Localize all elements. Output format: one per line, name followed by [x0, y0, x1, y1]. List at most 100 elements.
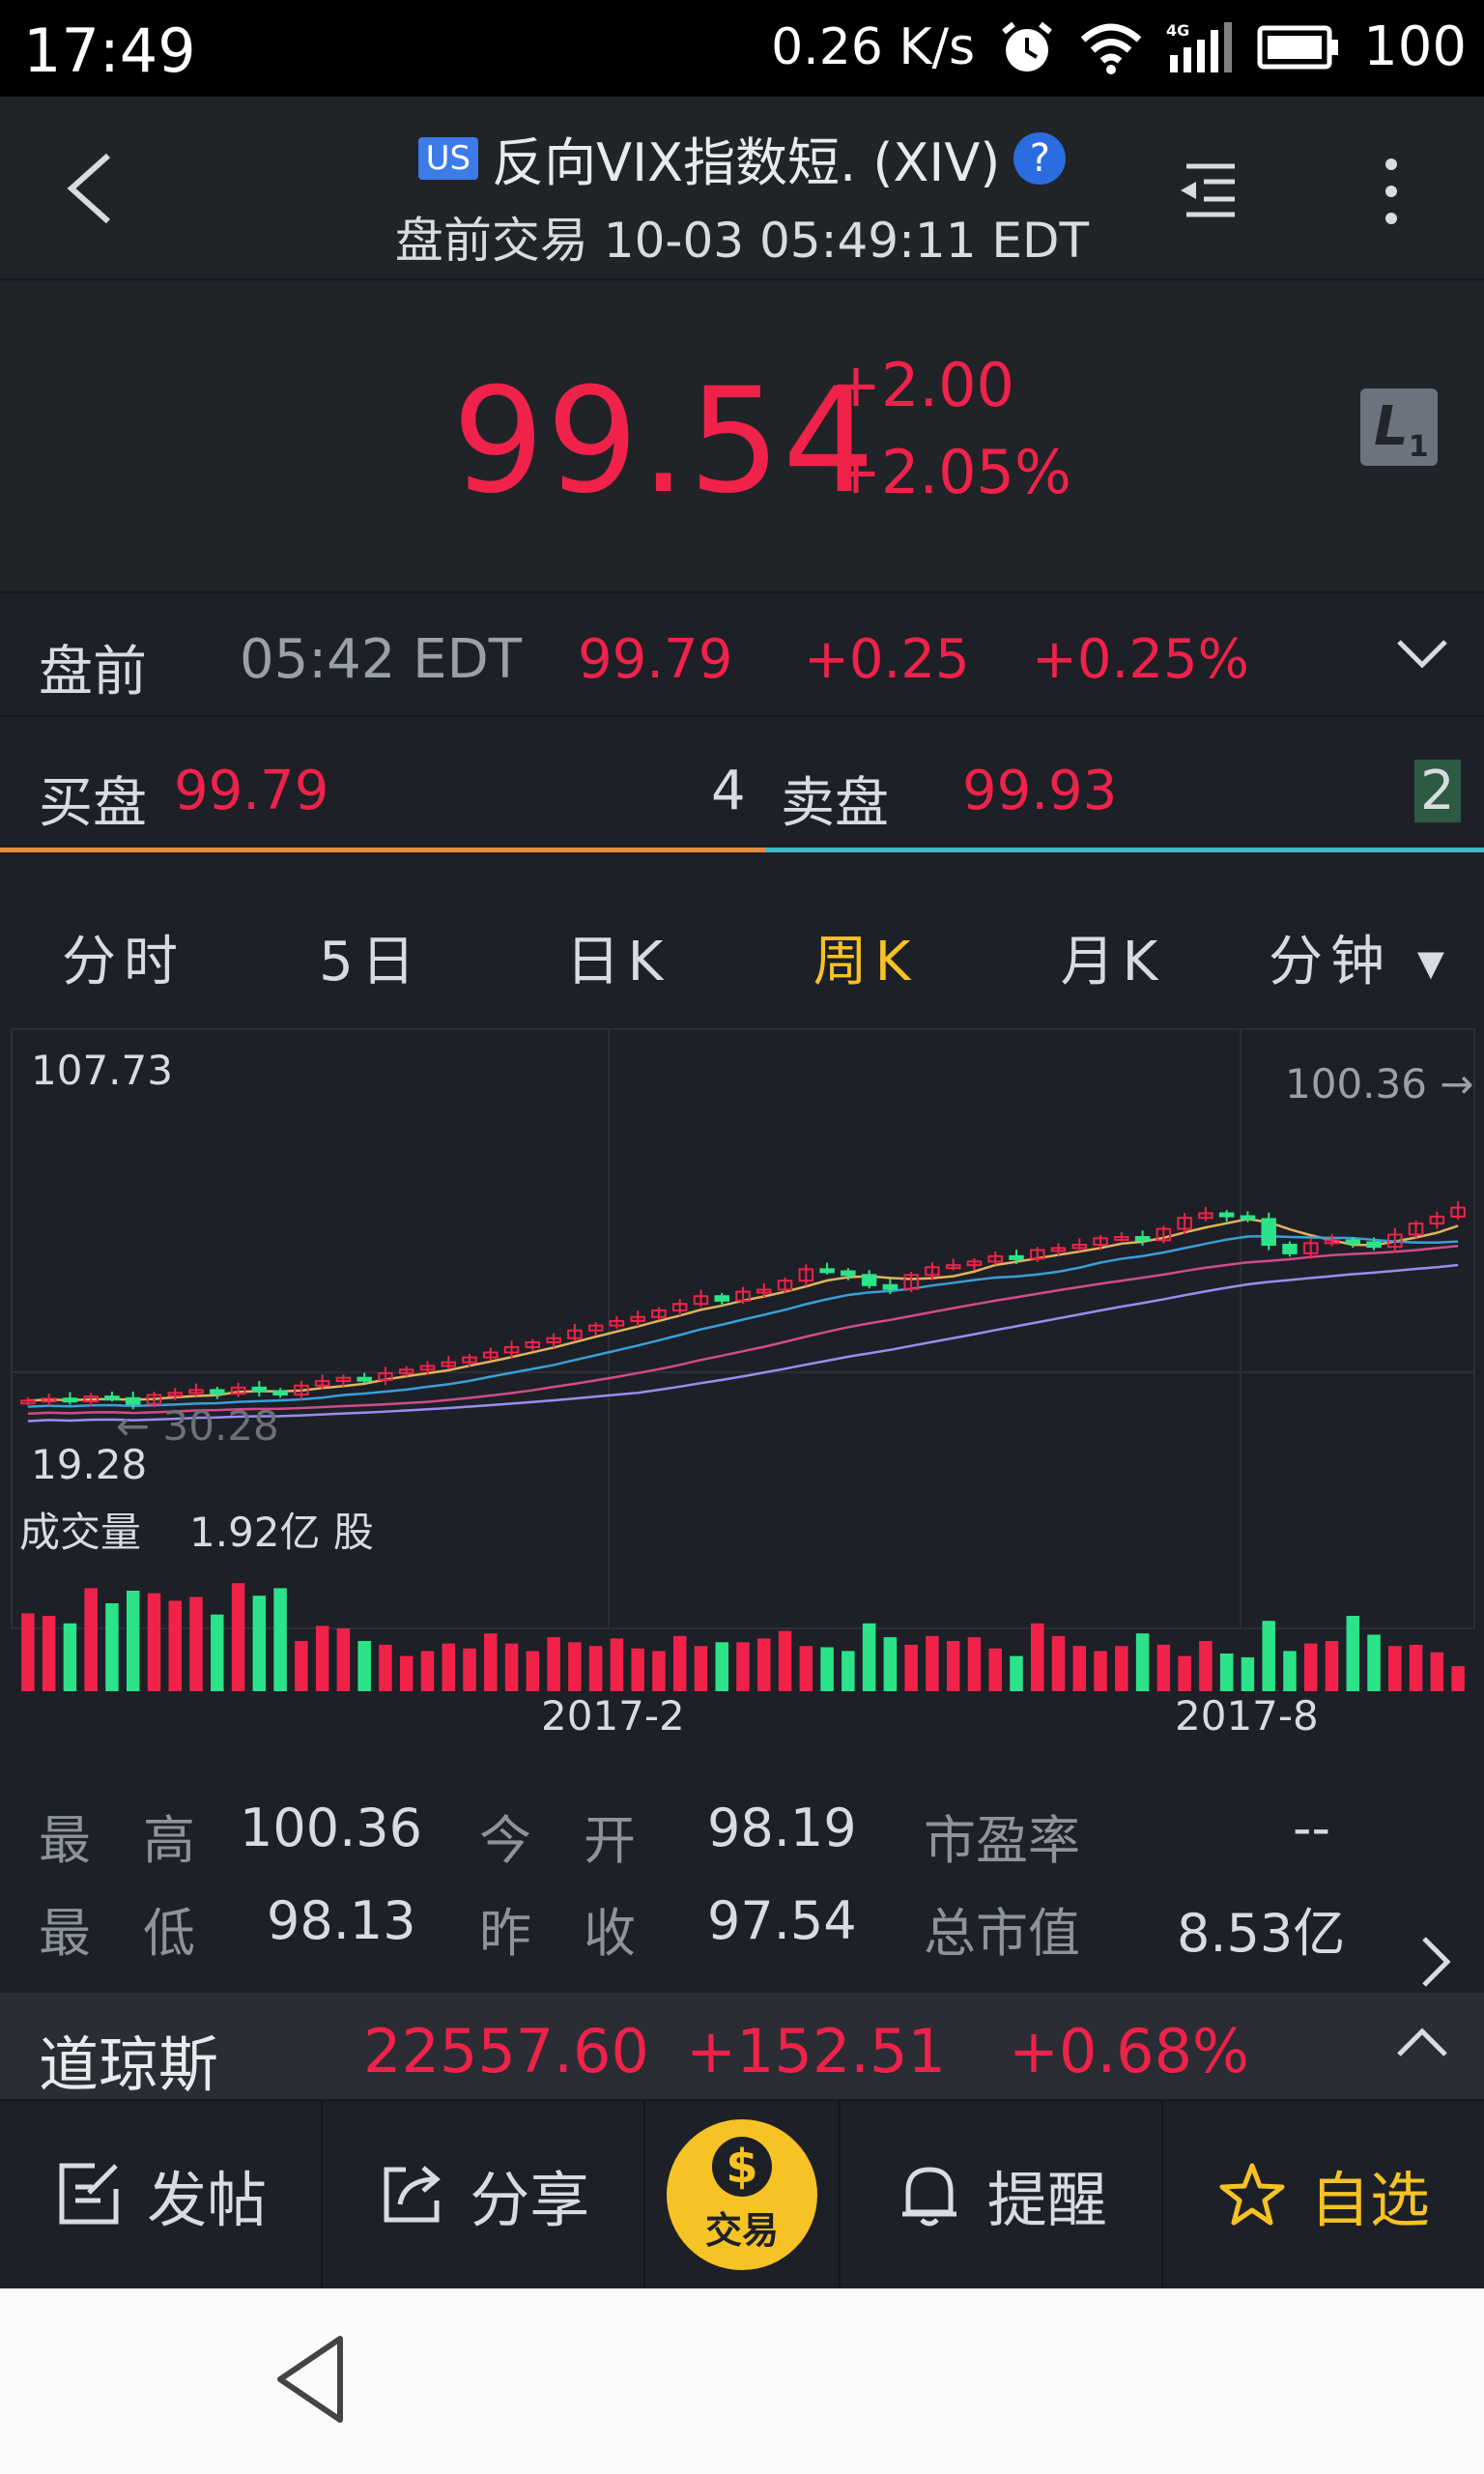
- volume-bar: [1283, 1651, 1297, 1691]
- tab-daily-k[interactable]: 日K: [495, 918, 742, 996]
- volume-bar: [399, 1655, 414, 1691]
- volume-bar: [1178, 1655, 1191, 1691]
- volume-bar: [547, 1637, 560, 1691]
- trade-label: 交易: [704, 2208, 779, 2252]
- candle: [1240, 1215, 1256, 1221]
- stat-low-label: 最 低: [39, 1903, 195, 1964]
- help-icon[interactable]: ?: [1013, 131, 1067, 185]
- post-button[interactable]: 发帖: [0, 2101, 324, 2288]
- volume-bar: [967, 1637, 982, 1691]
- volume-label: 成交量: [19, 1509, 141, 1556]
- tab-intraday[interactable]: 分时: [0, 918, 247, 996]
- stat-prev-close-label: 昨 收: [479, 1903, 636, 1964]
- volume-bar: [442, 1643, 455, 1691]
- trading-session: 盘前交易 10-03 05:49:11 EDT: [394, 213, 1090, 269]
- star-icon: [1219, 2163, 1285, 2226]
- title-block: US 反向VIX指数短. (XIV) ? 盘前交易 10-03 05:49:11…: [0, 120, 1484, 272]
- stat-open-value: 98.19: [707, 1798, 857, 1858]
- volume-bar: [694, 1646, 708, 1691]
- chevron-down-icon[interactable]: [1395, 636, 1449, 671]
- chevron-up-icon[interactable]: [1395, 2026, 1449, 2060]
- bottom-toolbar: 发帖 分享 $ 交易 提醒 自选: [0, 2099, 1484, 2288]
- candle: [1345, 1239, 1361, 1245]
- stat-market-cap-value: 8.53亿: [1177, 1903, 1346, 1964]
- volume-bar: [526, 1651, 540, 1691]
- volume-bar: [568, 1642, 582, 1691]
- volume-bar: [211, 1614, 224, 1691]
- tab-weekly-k[interactable]: 周K: [742, 918, 989, 996]
- volume-bar: [189, 1597, 203, 1691]
- volume-bar: [252, 1596, 267, 1691]
- stat-pe-label: 市盈率: [924, 1810, 1080, 1871]
- volume-bar: [1199, 1641, 1213, 1691]
- ask-price: 99.93: [962, 760, 1118, 822]
- chevron-right-icon[interactable]: [1416, 1933, 1455, 1991]
- volume-bar: [883, 1637, 898, 1691]
- low-marker: ← 30.28: [116, 1402, 279, 1450]
- candle: [272, 1390, 288, 1396]
- tab-minute[interactable]: 分钟 ▾: [1237, 918, 1484, 996]
- trade-circle[interactable]: $ 交易: [666, 2119, 817, 2270]
- market-badge: US: [417, 136, 479, 180]
- volume-bar: [672, 1635, 687, 1691]
- ask-volume-bar: [765, 848, 1484, 852]
- premarket-change-pct: +0.25%: [1032, 628, 1249, 691]
- kline-chart[interactable]: 107.73 19.28 100.36 → ← 30.28 成交量 1.92亿 …: [0, 1024, 1484, 1759]
- volume-bar: [1094, 1651, 1107, 1691]
- nav-back-icon[interactable]: [272, 2333, 350, 2426]
- volume-bar: [1156, 1644, 1171, 1691]
- volume-bar: [504, 1643, 519, 1691]
- stat-market-cap-label: 总市值: [924, 1903, 1080, 1964]
- ask-label: 卖盘: [781, 772, 889, 835]
- candle: [357, 1376, 372, 1382]
- level1-label: L: [1374, 395, 1409, 458]
- system-nav-bar: [0, 2288, 1484, 2474]
- volume-bar: [84, 1588, 98, 1691]
- trade-button[interactable]: $ 交易: [645, 2101, 841, 2288]
- volume-bar: [1451, 1666, 1465, 1691]
- volume-bar: [463, 1648, 476, 1691]
- stock-title: 反向VIX指数短. (XIV): [492, 132, 1001, 193]
- alert-button[interactable]: 提醒: [841, 2101, 1163, 2288]
- volume-bar: [757, 1638, 771, 1691]
- volume-value: 1.92亿 股: [189, 1509, 374, 1556]
- volume-bar: [357, 1641, 371, 1691]
- candle: [841, 1270, 856, 1277]
- network-speed: 0.26 K/s: [771, 17, 976, 76]
- stats-grid[interactable]: 最 高 100.36 今 开 98.19 市盈率 -- 最 低 98.13 昨 …: [0, 1769, 1484, 1991]
- watchlist-button[interactable]: 自选: [1163, 2101, 1484, 2288]
- volume-bar: [820, 1647, 834, 1691]
- volume-bar: [379, 1644, 392, 1691]
- share-button[interactable]: 分享: [323, 2101, 646, 2288]
- share-label: 分享: [470, 2165, 590, 2235]
- tab-5day[interactable]: 5日: [247, 918, 495, 996]
- bid-price: 99.79: [174, 760, 329, 822]
- index-ticker[interactable]: 道琼斯 22557.60 +152.51 +0.68%: [0, 1993, 1484, 2100]
- candle: [1134, 1236, 1151, 1242]
- watchlist-label: 自选: [1309, 2165, 1430, 2235]
- volume-bar: [105, 1603, 119, 1691]
- volume-bar: [231, 1583, 245, 1691]
- last-price: 99.54: [452, 358, 877, 526]
- volume-bar: [778, 1630, 792, 1691]
- tab-monthly-k[interactable]: 月K: [989, 918, 1237, 996]
- volume-bar: [1325, 1641, 1339, 1691]
- volume-bar: [1388, 1646, 1402, 1691]
- bid-size: 4: [711, 760, 746, 822]
- candle: [861, 1274, 877, 1286]
- candle: [1009, 1254, 1024, 1260]
- level1-button[interactable]: L1: [1360, 388, 1438, 466]
- volume-bar: [1031, 1623, 1044, 1691]
- ask-size: 2: [1414, 760, 1461, 822]
- share-icon: [384, 2166, 442, 2223]
- list-menu-icon[interactable]: [1167, 153, 1244, 230]
- edit-icon: [59, 2163, 119, 2225]
- candle: [210, 1389, 225, 1395]
- stat-open-label: 今 开: [479, 1810, 636, 1871]
- premarket-row[interactable]: 盘前 05:42 EDT 99.79 +0.25 +0.25%: [0, 591, 1484, 717]
- volume-bar: [946, 1641, 960, 1691]
- stat-high-value: 100.36: [240, 1798, 422, 1858]
- volume-bar: [147, 1593, 161, 1691]
- more-icon[interactable]: [1353, 153, 1430, 230]
- candle: [1282, 1244, 1298, 1254]
